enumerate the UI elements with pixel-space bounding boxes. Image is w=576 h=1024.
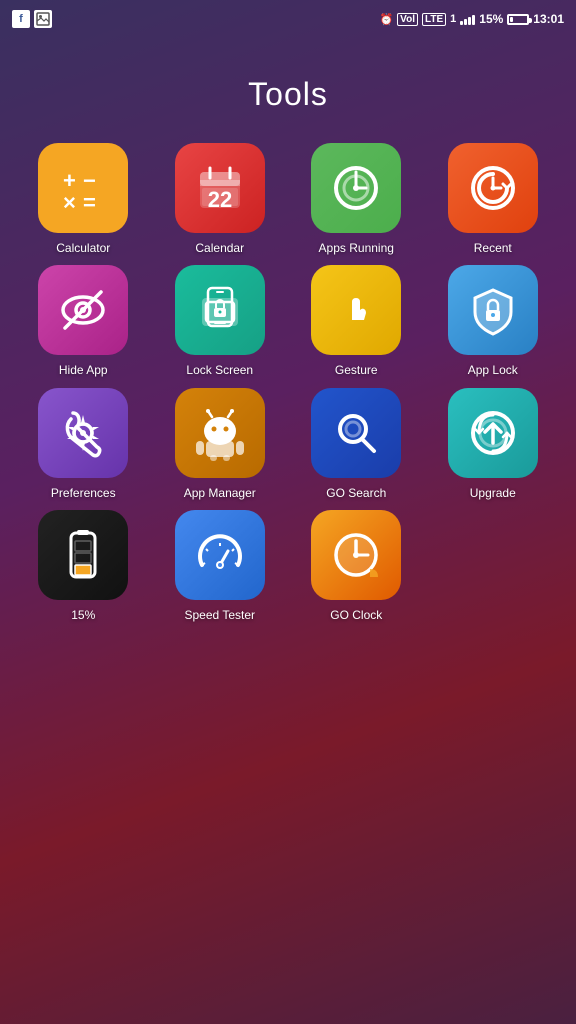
upgrade-icon (448, 388, 538, 478)
recent-icon (448, 143, 538, 233)
volte-indicator: Vol (397, 13, 418, 26)
svg-text:22: 22 (208, 187, 232, 212)
app-item-go-clock[interactable]: GO Clock (293, 510, 420, 622)
gallery-icon (34, 10, 52, 28)
alarm-icon: ⏰ (379, 13, 393, 26)
battery-15-label: 15% (71, 608, 95, 622)
speed-tester-icon (175, 510, 265, 600)
app-lock-icon (448, 265, 538, 355)
go-clock-label: GO Clock (330, 608, 382, 622)
calendar-label: Calendar (195, 241, 244, 255)
clock-time: 13:01 (533, 12, 564, 26)
speed-tester-label: Speed Tester (185, 608, 256, 622)
app-item-go-search[interactable]: GO Search (293, 388, 420, 500)
app-item-calendar[interactable]: 22 Calendar (157, 143, 284, 255)
app-item-preferences[interactable]: Preferences (20, 388, 147, 500)
apps-running-icon (311, 143, 401, 233)
app-item-speed-tester[interactable]: Speed Tester (157, 510, 284, 622)
svg-text:=: = (83, 190, 96, 215)
go-search-label: GO Search (326, 486, 386, 500)
preferences-label: Preferences (51, 486, 116, 500)
app-item-recent[interactable]: Recent (430, 143, 557, 255)
upgrade-label: Upgrade (470, 486, 516, 500)
go-clock-icon (311, 510, 401, 600)
app-lock-label: App Lock (468, 363, 518, 377)
app-item-app-lock[interactable]: App Lock (430, 265, 557, 377)
status-bar: f ⏰ Vol LTE 1 15% 13:01 (0, 0, 576, 36)
status-right: ⏰ Vol LTE 1 15% 13:01 (379, 12, 564, 26)
preferences-icon (38, 388, 128, 478)
recent-label: Recent (474, 241, 512, 255)
svg-text:×: × (63, 190, 76, 215)
app-item-battery-15[interactable]: 15% (20, 510, 147, 622)
lock-screen-icon (175, 265, 265, 355)
calculator-label: Calculator (56, 241, 110, 255)
app-item-calculator[interactable]: + − × = Calculator (20, 143, 147, 255)
page-title: Tools (0, 76, 576, 113)
app-manager-icon (175, 388, 265, 478)
gesture-label: Gesture (335, 363, 378, 377)
apps-running-label: Apps Running (319, 241, 394, 255)
calculator-icon: + − × = (38, 143, 128, 233)
app-item-hide-app[interactable]: Hide App (20, 265, 147, 377)
battery-percent-text: 15% (479, 12, 503, 26)
lock-screen-label: Lock Screen (186, 363, 253, 377)
hide-app-icon (38, 265, 128, 355)
app-item-upgrade[interactable]: Upgrade (430, 388, 557, 500)
app-item-lock-screen[interactable]: Lock Screen (157, 265, 284, 377)
calendar-icon: 22 (175, 143, 265, 233)
app-item-app-manager[interactable]: App Manager (157, 388, 284, 500)
status-left: f (12, 10, 52, 28)
app-grid: + − × = Calculator 22 Calendar (0, 143, 576, 623)
battery-15-icon (38, 510, 128, 600)
app-item-gesture[interactable]: Gesture (293, 265, 420, 377)
go-search-icon (311, 388, 401, 478)
signal-bars (460, 13, 475, 25)
gesture-icon (311, 265, 401, 355)
hide-app-label: Hide App (59, 363, 108, 377)
facebook-icon: f (12, 10, 30, 28)
app-item-apps-running[interactable]: Apps Running (293, 143, 420, 255)
lte-indicator: LTE (422, 13, 446, 26)
app-manager-label: App Manager (184, 486, 256, 500)
network-1: 1 (450, 13, 456, 25)
battery-icon (507, 14, 529, 25)
